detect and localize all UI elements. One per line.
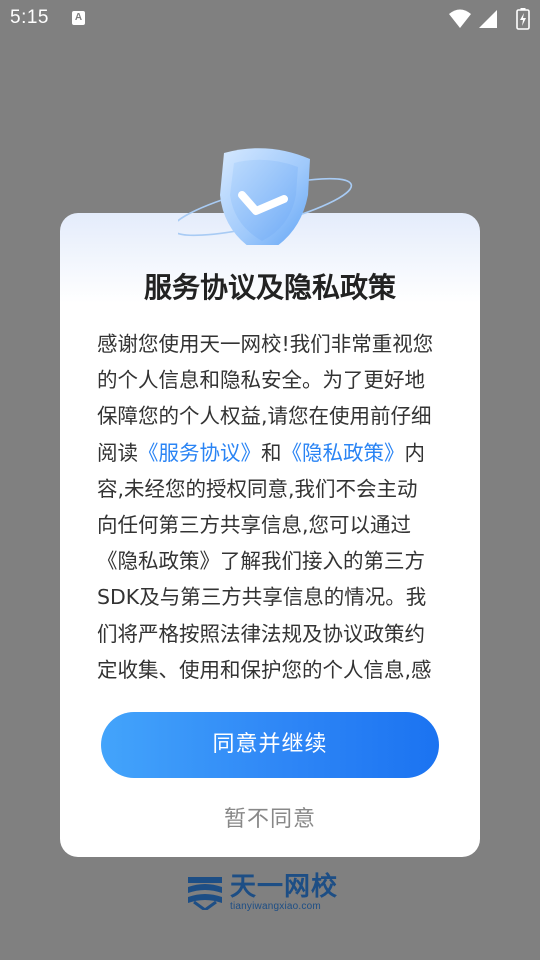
disagree-button[interactable]: 暂不同意 xyxy=(60,800,480,840)
body-text: 《隐私政策》了解我们接入的第三方 xyxy=(97,549,425,574)
agree-and-continue-button[interactable]: 同意并继续 xyxy=(101,712,439,778)
dialog-body[interactable]: 感谢您使用天一网校!我们非常重视您 的个人信息和隐私安全。为了更好地 保障您的个人权… xyxy=(97,326,445,692)
privacy-policy-link[interactable]: 《隐私政策》 xyxy=(282,441,405,465)
brand-name: 天一网校 xyxy=(230,872,339,902)
body-line: SDK及与第三方共享信息的情况。我 xyxy=(97,579,445,615)
wifi-icon xyxy=(449,9,471,28)
shield-icon xyxy=(178,148,353,245)
service-agreement-link[interactable]: 《服务协议》 xyxy=(138,441,261,465)
notification-a-icon: A xyxy=(72,11,85,25)
battery-icon xyxy=(516,8,530,30)
brand-logo: 天一网校 tianyiwangxiao.com xyxy=(186,872,358,916)
body-text: 定收集、使用和保护您的个人信息,感 xyxy=(97,657,432,682)
status-bar: 5:15 A xyxy=(0,0,540,38)
body-text: 向任何第三方共享信息,您可以通过 xyxy=(97,513,412,538)
body-line: 感谢您使用天一网校!我们非常重视您 xyxy=(97,326,445,362)
brand-mark-icon xyxy=(188,877,222,910)
body-text: 阅读 xyxy=(97,440,138,465)
body-line: 定收集、使用和保护您的个人信息,感 xyxy=(97,652,445,688)
body-text: 们将严格按照法律法规及协议政策约 xyxy=(97,621,425,646)
body-text: 保障您的个人权益,请您在使用前仔细 xyxy=(97,404,432,429)
body-text: 内 xyxy=(404,440,426,465)
body-line: 的个人信息和隐私安全。为了更好地 xyxy=(97,362,445,398)
body-text: 容,未经您的授权同意,我们不会主动 xyxy=(97,476,418,501)
body-text: 的个人信息和隐私安全。为了更好地 xyxy=(97,368,425,393)
body-text: SDK及与第三方共享信息的情况。我 xyxy=(97,585,427,610)
body-line: 向任何第三方共享信息,您可以通过 xyxy=(97,507,445,543)
body-line: 容,未经您的授权同意,我们不会主动 xyxy=(97,471,445,507)
body-line: 保障您的个人权益,请您在使用前仔细 xyxy=(97,398,445,434)
body-line: 们将严格按照法律法规及协议政策约 xyxy=(97,616,445,652)
body-line: 阅读《服务协议》和《隐私政策》内 xyxy=(97,435,445,471)
brand-url: tianyiwangxiao.com xyxy=(230,901,321,912)
body-text: 感谢您使用天一网校!我们非常重视您 xyxy=(97,332,434,356)
status-time: 5:15 xyxy=(10,7,49,28)
signal-icon xyxy=(479,10,497,28)
body-text: 和 xyxy=(261,440,282,465)
dialog-title: 服务协议及隐私政策 xyxy=(143,271,396,304)
body-line: 《隐私政策》了解我们接入的第三方 xyxy=(97,543,445,579)
